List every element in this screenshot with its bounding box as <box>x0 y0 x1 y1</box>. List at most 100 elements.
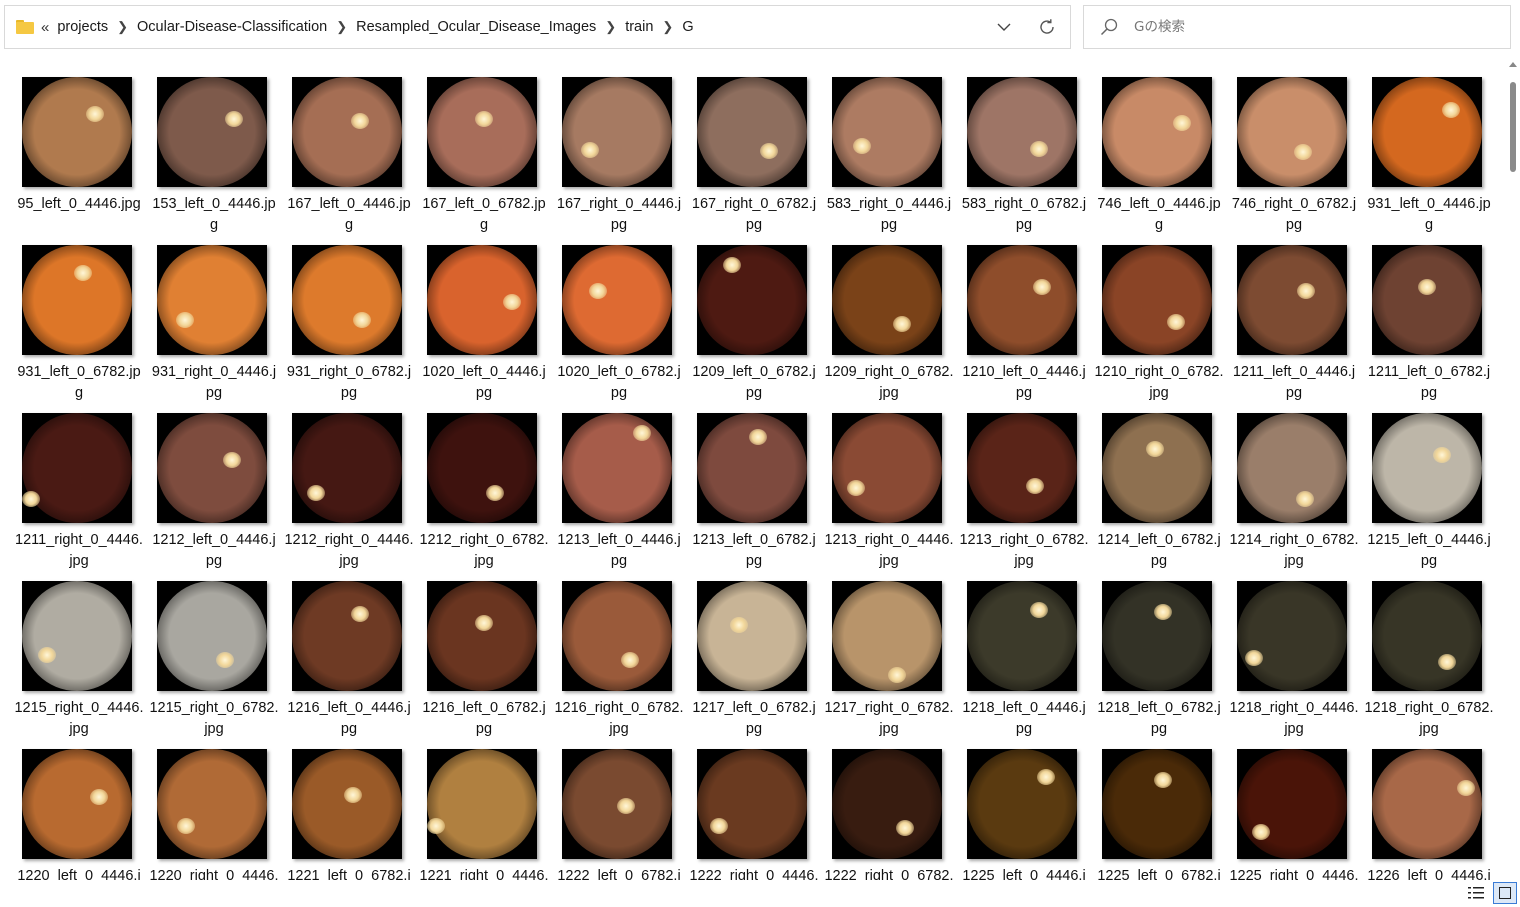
scroll-up-arrow[interactable] <box>1509 62 1517 67</box>
refresh-icon[interactable] <box>1024 6 1070 48</box>
chevron-right-icon[interactable]: ❯ <box>605 19 616 35</box>
large-icons-view-icon[interactable] <box>1493 882 1517 904</box>
file-name: 931_left_0_4446.jpg <box>1367 196 1491 233</box>
file-item[interactable]: 1218_left_0_6782.jpg <box>1094 581 1224 749</box>
file-item[interactable]: 1216_left_0_6782.jpg <box>419 581 549 749</box>
file-item[interactable]: 1220_right_0_4446.jpg <box>149 749 279 880</box>
breadcrumb-resampled-images[interactable]: Resampled_Ocular_Disease_Images <box>356 19 596 35</box>
file-item[interactable]: 931_right_0_4446.jpg <box>149 245 279 413</box>
file-item[interactable]: 1214_right_0_6782.jpg <box>1229 413 1359 581</box>
vertical-scrollbar[interactable] <box>1506 60 1520 880</box>
file-item[interactable]: 1222_right_0_6782.jpg <box>824 749 954 880</box>
file-item[interactable]: 746_right_0_6782.jpg <box>1229 77 1359 245</box>
breadcrumb-train[interactable]: train <box>625 19 653 35</box>
breadcrumb-g[interactable]: G <box>682 19 693 35</box>
file-item[interactable]: 1225_left_0_6782.jpg <box>1094 749 1224 880</box>
file-thumbnail <box>967 581 1077 691</box>
file-item[interactable]: 1213_left_0_4446.jpg <box>554 413 684 581</box>
file-list-pane[interactable]: 95_left_0_4446.jpg 153_left_0_4446.jpg 167… <box>0 60 1504 880</box>
scroll-thumb[interactable] <box>1510 82 1516 172</box>
file-thumbnail <box>967 749 1077 859</box>
file-item[interactable]: 1216_right_0_6782.jpg <box>554 581 684 749</box>
optic-disc <box>1296 490 1315 507</box>
file-item[interactable]: 1210_right_0_6782.jpg <box>1094 245 1224 413</box>
file-item[interactable]: 1226_left_0_4446.jpg <box>1364 749 1494 880</box>
chevron-right-icon[interactable]: ❯ <box>336 19 347 35</box>
file-thumbnail <box>1372 581 1482 691</box>
chevron-down-icon[interactable] <box>984 6 1024 48</box>
chevron-right-icon[interactable]: ❯ <box>662 19 673 35</box>
file-thumbnail <box>292 749 402 859</box>
file-item[interactable]: 1215_right_0_4446.jpg <box>14 581 144 749</box>
file-item[interactable]: 1215_left_0_4446.jpg <box>1364 413 1494 581</box>
file-item[interactable]: 1211_left_0_6782.jpg <box>1364 245 1494 413</box>
file-item[interactable]: 1212_left_0_4446.jpg <box>149 413 279 581</box>
file-item[interactable]: 167_right_0_4446.jpg <box>554 77 684 245</box>
file-item[interactable]: 1217_left_0_6782.jpg <box>689 581 819 749</box>
chevron-right-icon[interactable]: ❯ <box>117 19 128 35</box>
file-item[interactable]: 583_right_0_6782.jpg <box>959 77 1089 245</box>
file-item[interactable]: 1212_right_0_4446.jpg <box>284 413 414 581</box>
file-item[interactable]: 167_right_0_6782.jpg <box>689 77 819 245</box>
breadcrumb-overflow-button[interactable]: « <box>41 19 49 36</box>
file-item[interactable]: 153_left_0_4446.jpg <box>149 77 279 245</box>
file-item[interactable]: 1221_right_0_4446.jpg <box>419 749 549 880</box>
file-item[interactable]: 931_left_0_6782.jpg <box>14 245 144 413</box>
address-bar[interactable]: « projects ❯ Ocular-Disease-Classificati… <box>4 5 1071 49</box>
fundus-image <box>22 77 132 187</box>
file-thumbnail <box>832 581 942 691</box>
file-item[interactable]: 1225_right_0_4446.jpg <box>1229 749 1359 880</box>
file-item[interactable]: 1213_right_0_4446.jpg <box>824 413 954 581</box>
file-thumbnail <box>427 749 537 859</box>
fundus-image <box>967 245 1077 355</box>
file-name: 1225_left_0_6782.jpg <box>1097 868 1221 880</box>
details-view-icon[interactable] <box>1466 884 1486 902</box>
file-item[interactable]: 746_left_0_4446.jpg <box>1094 77 1224 245</box>
file-item[interactable]: 1216_left_0_4446.jpg <box>284 581 414 749</box>
file-item[interactable]: 1218_left_0_4446.jpg <box>959 581 1089 749</box>
file-item[interactable]: 167_left_0_6782.jpg <box>419 77 549 245</box>
file-item[interactable]: 583_right_0_4446.jpg <box>824 77 954 245</box>
file-item[interactable]: 1218_right_0_4446.jpg <box>1229 581 1359 749</box>
file-item[interactable]: 931_right_0_6782.jpg <box>284 245 414 413</box>
file-item[interactable]: 1209_right_0_6782.jpg <box>824 245 954 413</box>
file-item[interactable]: 1209_left_0_6782.jpg <box>689 245 819 413</box>
file-thumbnail <box>22 245 132 355</box>
file-thumbnail <box>1102 77 1212 187</box>
file-thumbnail <box>1102 245 1212 355</box>
optic-disc <box>502 294 521 311</box>
file-item[interactable]: 1221_left_0_6782.jpg <box>284 749 414 880</box>
breadcrumb-ocular-disease-classification[interactable]: Ocular-Disease-Classification <box>137 19 327 35</box>
file-item[interactable]: 1222_right_0_4446.jpg <box>689 749 819 880</box>
file-item[interactable]: 1218_right_0_6782.jpg <box>1364 581 1494 749</box>
file-item[interactable]: 1222_left_0_6782.jpg <box>554 749 684 880</box>
file-item[interactable]: 1213_right_0_6782.jpg <box>959 413 1089 581</box>
file-item[interactable]: 1217_right_0_6782.jpg <box>824 581 954 749</box>
fundus-image <box>1372 245 1482 355</box>
breadcrumb-projects[interactable]: projects <box>57 19 108 35</box>
file-item[interactable]: 1211_left_0_4446.jpg <box>1229 245 1359 413</box>
fundus-image <box>157 245 267 355</box>
file-item[interactable]: 167_left_0_4446.jpg <box>284 77 414 245</box>
optic-disc <box>847 479 866 496</box>
file-item[interactable]: 1211_right_0_4446.jpg <box>14 413 144 581</box>
file-item[interactable]: 1214_left_0_6782.jpg <box>1094 413 1224 581</box>
file-thumbnail <box>1237 581 1347 691</box>
search-input[interactable] <box>1134 19 1494 35</box>
file-item[interactable]: 931_left_0_4446.jpg <box>1364 77 1494 245</box>
file-thumbnail <box>157 749 267 859</box>
file-item[interactable]: 1215_right_0_6782.jpg <box>149 581 279 749</box>
optic-disc <box>1166 314 1185 330</box>
file-item[interactable]: 1225_left_0_4446.jpg <box>959 749 1089 880</box>
file-item[interactable]: 1220_left_0_4446.jpg <box>14 749 144 880</box>
file-name: 746_right_0_6782.jpg <box>1231 196 1357 233</box>
file-item[interactable]: 1213_left_0_6782.jpg <box>689 413 819 581</box>
search-box[interactable] <box>1083 5 1511 49</box>
file-item[interactable]: 1212_right_0_6782.jpg <box>419 413 549 581</box>
file-item[interactable]: 1020_left_0_6782.jpg <box>554 245 684 413</box>
file-item[interactable]: 1020_left_0_4446.jpg <box>419 245 549 413</box>
file-thumbnail <box>1237 77 1347 187</box>
file-item[interactable]: 1210_left_0_4446.jpg <box>959 245 1089 413</box>
file-item[interactable]: 95_left_0_4446.jpg <box>14 77 144 245</box>
file-name: 1217_left_0_6782.jpg <box>692 700 816 737</box>
